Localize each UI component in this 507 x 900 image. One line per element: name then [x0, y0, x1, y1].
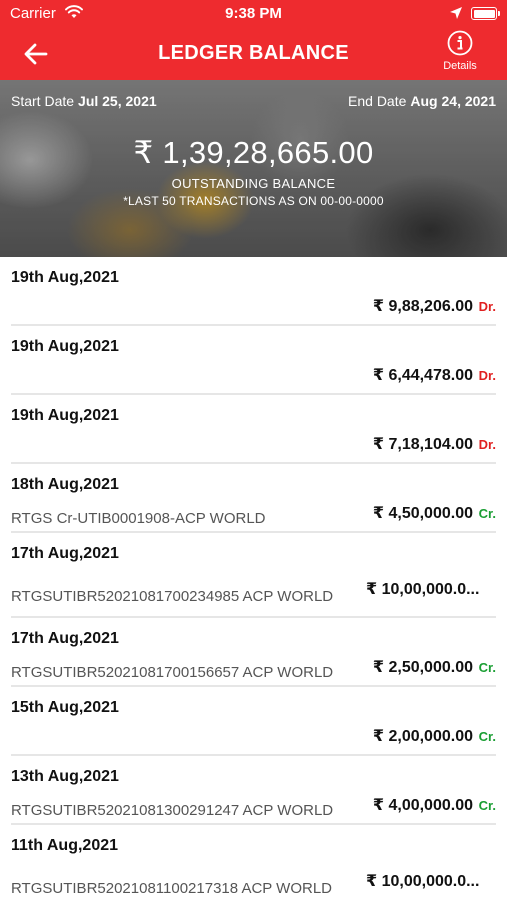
transactions-note: *LAST 50 TRANSACTIONS AS ON 00-00-0000 [123, 194, 384, 208]
page-title: LEDGER BALANCE [158, 42, 349, 64]
credit-badge: Cr. [478, 798, 496, 813]
balance-summary: Start Date Jul 25, 2021 End Date Aug 24, 2… [0, 80, 507, 257]
debit-badge: Dr. [478, 437, 496, 452]
start-date: Start Date Jul 25, 2021 [11, 93, 157, 109]
transaction-date: 11th Aug,2021 [11, 837, 119, 854]
transaction-amount: ₹ 2,00,000.00 [372, 728, 473, 745]
info-circle-icon [447, 30, 473, 56]
debit-badge: Dr. [478, 299, 496, 314]
outstanding-balance-label: OUTSTANDING BALANCE [171, 176, 336, 191]
battery-icon [471, 7, 500, 20]
transaction-amount: ₹ 10,00,000.0... [366, 873, 480, 890]
transaction-amount: ₹ 6,44,478.00 [372, 367, 473, 384]
nav-bar: LEDGER BALANCE Details [0, 28, 507, 80]
end-date-value: Aug 24, 2021 [410, 93, 496, 109]
transaction-date: 17th Aug,2021 [11, 545, 119, 562]
transaction-amount: ₹ 10,00,000.0... [366, 581, 480, 598]
transaction-date: 13th Aug,2021 [11, 768, 119, 785]
location-arrow-icon [449, 6, 463, 25]
end-date: End Date Aug 24, 2021 [348, 93, 496, 109]
transaction-amount: ₹ 2,50,000.00 [372, 659, 473, 676]
list-item[interactable]: 18th Aug,2021 RTGS Cr-UTIB0001908-ACP WO… [0, 464, 507, 533]
list-item[interactable]: 15th Aug,2021 ₹ 2,00,000.00 Cr. [0, 687, 507, 756]
list-item[interactable]: 17th Aug,2021 RTGSUTIBR52021081700234985… [0, 533, 507, 618]
transaction-date: 19th Aug,2021 [11, 338, 119, 355]
debit-badge: Dr. [478, 368, 496, 383]
details-label: Details [443, 60, 477, 72]
transaction-amount: ₹ 4,00,000.00 [372, 797, 473, 814]
start-date-value: Jul 25, 2021 [78, 93, 157, 109]
credit-badge: Cr. [478, 506, 496, 521]
status-bar: Carrier 9:38 PM [0, 0, 507, 28]
transaction-description: RTGS Cr-UTIB0001908-ACP WORLD [11, 510, 266, 527]
transaction-date: 17th Aug,2021 [11, 630, 119, 647]
start-date-label: Start Date [11, 93, 75, 109]
transaction-description: RTGSUTIBR52021081700234985 ACP WORLD [11, 588, 334, 605]
transaction-date: 19th Aug,2021 [11, 407, 119, 424]
list-item[interactable]: 19th Aug,2021 ₹ 7,18,104.00 Dr. [0, 395, 507, 464]
list-item[interactable]: 17th Aug,2021 RTGSUTIBR52021081700156657… [0, 618, 507, 687]
end-date-label: End Date [348, 93, 407, 109]
credit-badge: Cr. [478, 660, 496, 675]
transaction-description: RTGSUTIBR52021081300291247 ACP WORLD [11, 802, 334, 819]
list-item[interactable]: 19th Aug,2021 ₹ 6,44,478.00 Dr. [0, 326, 507, 395]
list-item[interactable]: 11th Aug,2021 RTGSUTIBR52021081100217318… [0, 825, 507, 900]
clock: 9:38 PM [225, 5, 282, 22]
transaction-amount: ₹ 9,88,206.00 [372, 298, 473, 315]
transaction-amount: ₹ 7,18,104.00 [372, 436, 473, 453]
transaction-amount: ₹ 4,50,000.00 [372, 505, 473, 522]
transaction-date: 15th Aug,2021 [11, 699, 119, 716]
list-item[interactable]: 19th Aug,2021 ₹ 9,88,206.00 Dr. [0, 257, 507, 326]
transaction-date: 19th Aug,2021 [11, 269, 119, 286]
transaction-description: RTGSUTIBR52021081700156657 ACP WORLD [11, 664, 334, 681]
transaction-description: RTGSUTIBR52021081100217318 ACP WORLD [11, 880, 333, 897]
outstanding-amount: ₹ 1,39,28,665.00 [133, 135, 374, 170]
credit-badge: Cr. [478, 729, 496, 744]
transaction-date: 18th Aug,2021 [11, 476, 119, 493]
details-button[interactable]: Details [435, 30, 485, 72]
transaction-list: 19th Aug,2021 ₹ 9,88,206.00 Dr. 19th Aug… [0, 257, 507, 900]
list-item[interactable]: 13th Aug,2021 RTGSUTIBR52021081300291247… [0, 756, 507, 825]
